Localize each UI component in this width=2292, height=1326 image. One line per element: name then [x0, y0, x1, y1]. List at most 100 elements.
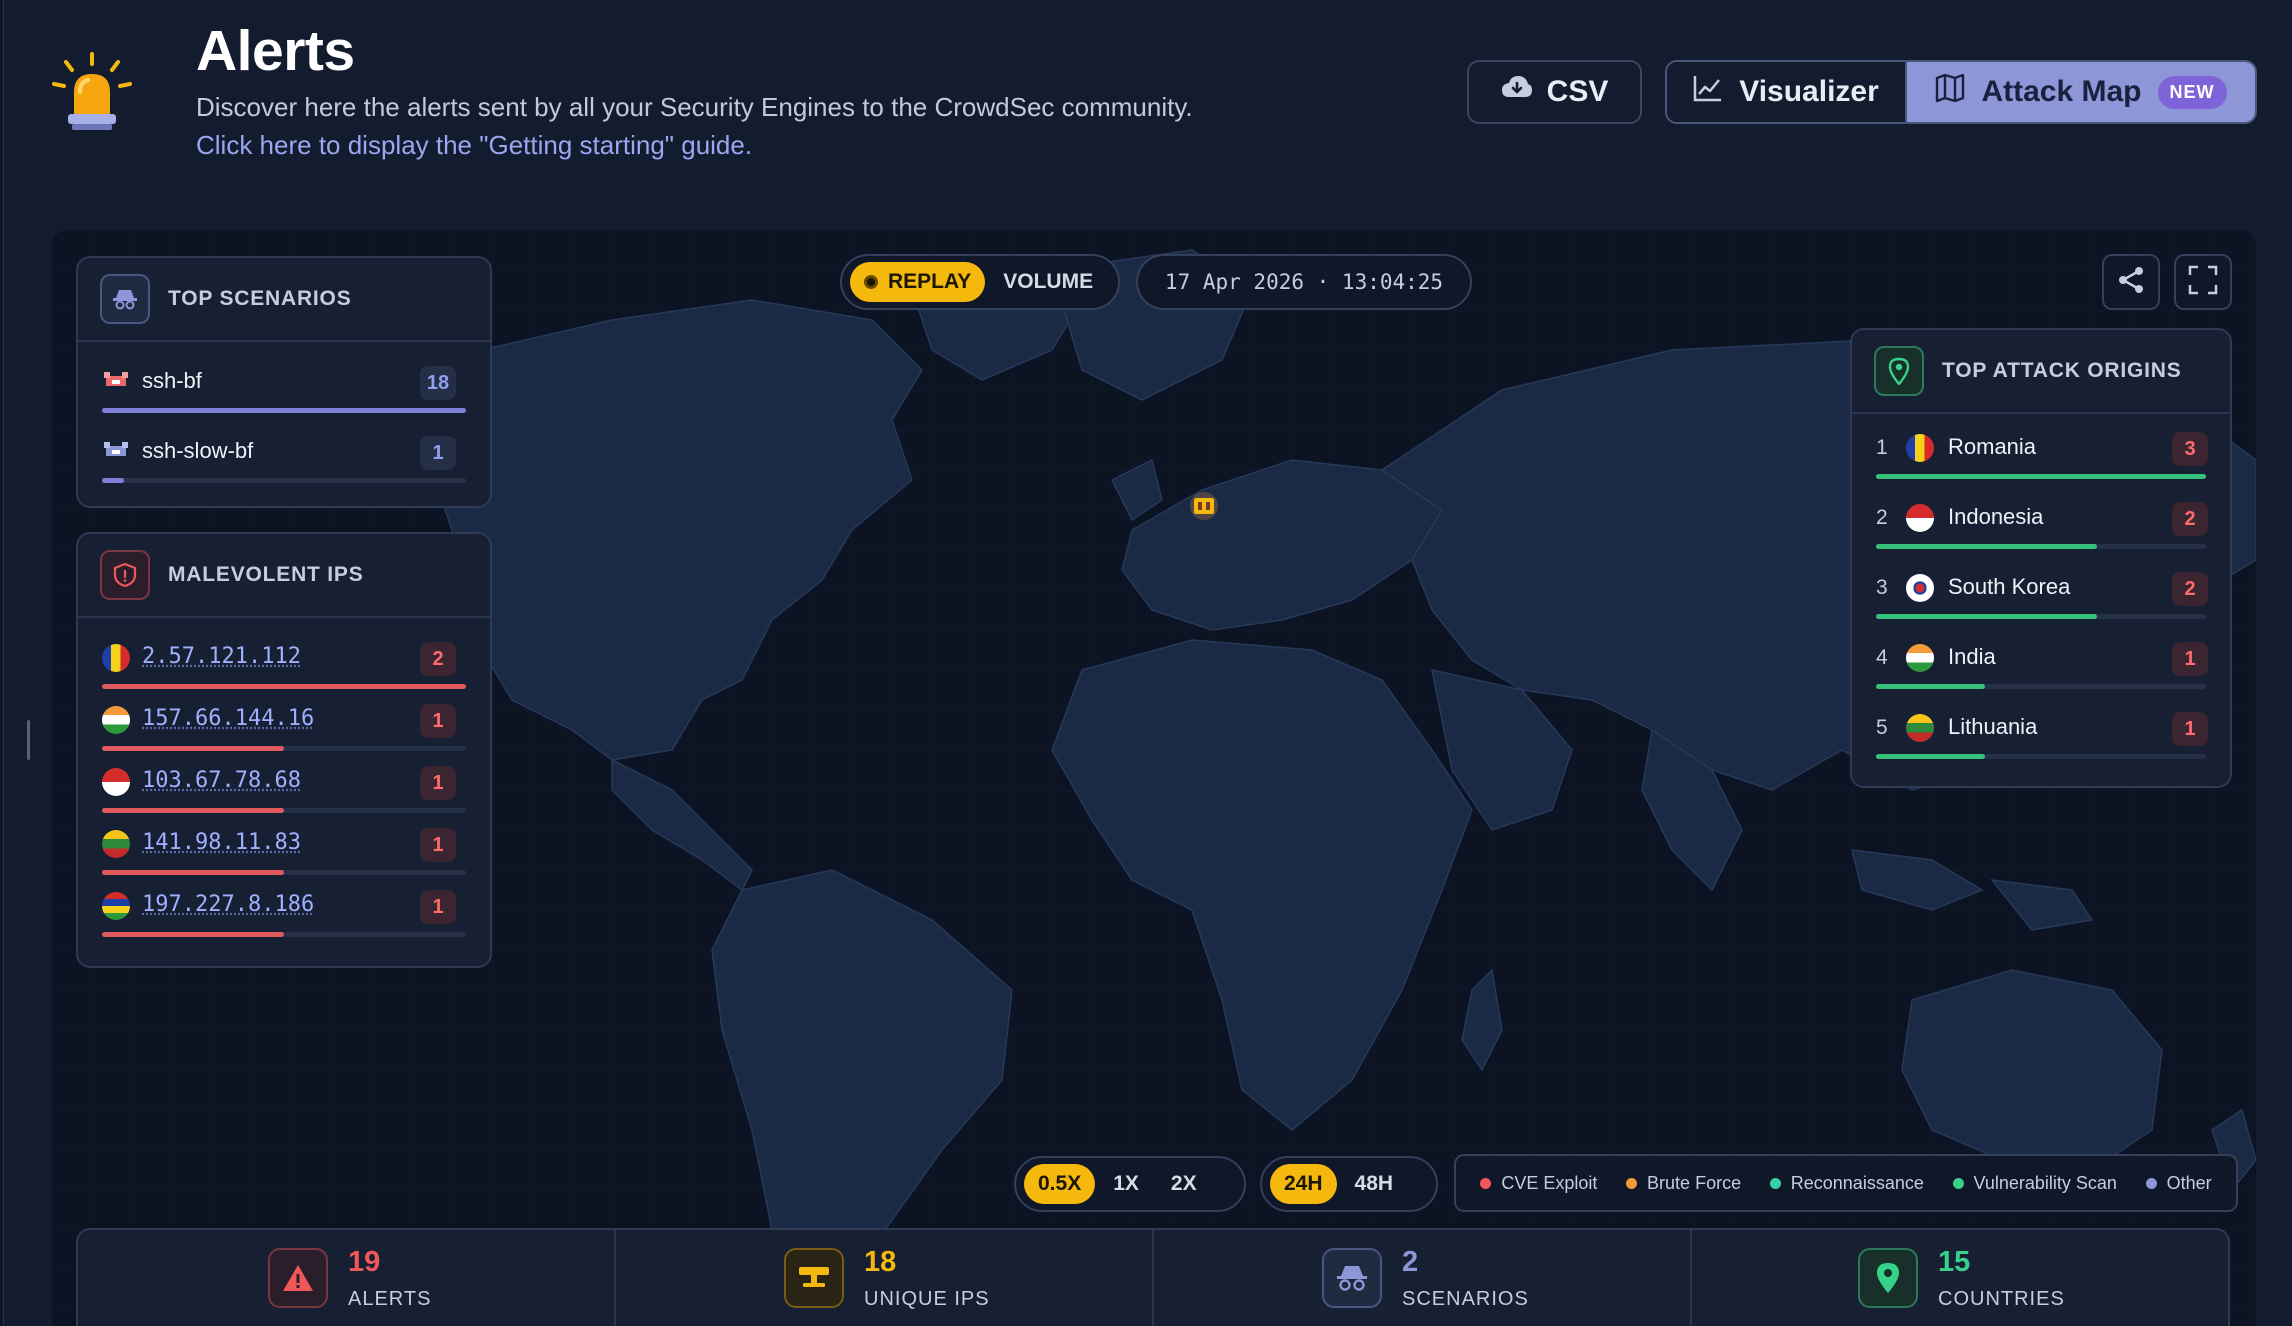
speed-toggle: 0.5X 1X 2X [1014, 1156, 1246, 1212]
top-origins-title: TOP ATTACK ORIGINS [1942, 359, 2182, 382]
top-scenarios-header: TOP SCENARIOS [78, 258, 490, 342]
ip-bar [102, 746, 466, 751]
origin-rank: 3 [1876, 576, 1888, 599]
top-origins-header: TOP ATTACK ORIGINS [1852, 330, 2230, 414]
share-icon [2116, 265, 2146, 300]
legend-dot-icon [2145, 1177, 2157, 1189]
origin-count: 2 [2172, 502, 2208, 536]
origin-row[interactable]: 1 Romania 3 [1852, 418, 2230, 488]
fullscreen-icon [2188, 265, 2218, 300]
origin-country: India [1948, 644, 1996, 669]
ip-count: 2 [420, 642, 456, 676]
mode-toggle: REPLAY VOLUME [840, 254, 1120, 310]
origin-row[interactable]: 2 Indonesia 2 [1852, 488, 2230, 558]
range-option-48h[interactable]: 48H [1341, 1164, 1408, 1204]
origin-rank: 4 [1876, 646, 1888, 669]
siren-icon [52, 52, 132, 134]
share-button[interactable] [2102, 254, 2160, 310]
origin-rank: 2 [1876, 506, 1888, 529]
visualizer-tab[interactable]: Visualizer [1667, 62, 1907, 122]
stat-unique-ips: 18 UNIQUE IPS [616, 1230, 1154, 1326]
stat-scenarios: 2 SCENARIOS [1154, 1230, 1692, 1326]
attack-map-tab[interactable]: Attack Map NEW [1907, 62, 2255, 122]
ip-row[interactable]: 103.67.78.68 1 [78, 752, 490, 814]
volume-toggle[interactable]: VOLUME [989, 262, 1107, 302]
ip-address-link[interactable]: 157.66.144.16 [142, 706, 314, 731]
stat-label: UNIQUE IPS [864, 1288, 990, 1310]
attack-marker[interactable] [1190, 492, 1218, 520]
scenario-slow-bruteforce-icon [102, 438, 130, 462]
malevolent-ips-header: MALEVOLENT IPS [78, 534, 490, 618]
ip-row[interactable]: 141.98.11.83 1 [78, 814, 490, 876]
map-icon [1935, 73, 1965, 110]
volume-label: VOLUME [1003, 270, 1094, 293]
ip-address-link[interactable]: 141.98.11.83 [142, 830, 301, 855]
csv-label: CSV [1546, 75, 1609, 108]
ip-count: 1 [420, 828, 456, 862]
flag-icon [102, 768, 130, 796]
origin-count: 2 [2172, 572, 2208, 606]
range-toggle: 24H 48H [1260, 1156, 1438, 1212]
ip-bar [102, 870, 466, 875]
scenario-bruteforce-icon [102, 368, 130, 392]
page-subtitle: Discover here the alerts sent by all you… [196, 92, 1193, 122]
malevolent-ips-card: MALEVOLENT IPS 2.57.121.112 2 157.66.144.1… [76, 532, 492, 968]
stat-value: 18 [864, 1246, 897, 1278]
origin-row[interactable]: 4 India 1 [1852, 628, 2230, 698]
legend-item: Brute Force [1626, 1173, 1741, 1194]
cloud-download-icon [1501, 75, 1533, 109]
origin-bar [1876, 474, 2206, 479]
legend-dot-icon [1626, 1177, 1638, 1189]
fullscreen-button[interactable] [2174, 254, 2232, 310]
replay-label: REPLAY [888, 270, 972, 293]
attack-map-panel[interactable]: REPLAY VOLUME 17 Apr 2026 · 13:04:25 TOP… [52, 230, 2256, 1326]
sidebar-resize-handle[interactable] [27, 720, 30, 760]
origin-row[interactable]: 3 South Korea 2 [1852, 558, 2230, 628]
scenario-row[interactable]: ssh-bf 18 [78, 348, 490, 418]
line-chart-icon [1693, 74, 1723, 110]
origin-bar [1876, 614, 2206, 619]
csv-export-button[interactable]: CSV [1467, 60, 1642, 124]
stat-countries: 15 COUNTRIES [1692, 1230, 2228, 1326]
origin-country: South Korea [1948, 574, 2071, 599]
ip-bar [102, 684, 466, 689]
ip-address-link[interactable]: 2.57.121.112 [142, 644, 301, 669]
top-origins-card: TOP ATTACK ORIGINS 1 Romania 3 2 Indonesia 2 3… [1850, 328, 2232, 788]
legend-label: Vulnerability Scan [1973, 1172, 2117, 1193]
speed-option-1x[interactable]: 1X [1099, 1164, 1153, 1204]
legend-label: Other [2166, 1172, 2212, 1193]
scenario-count: 18 [420, 366, 456, 400]
flag-icon [102, 892, 130, 920]
range-option-24h[interactable]: 24H [1270, 1164, 1337, 1204]
scenario-count: 1 [420, 436, 456, 470]
ip-address-link[interactable]: 197.227.8.186 [142, 892, 314, 917]
origin-country: Lithuania [1948, 714, 2038, 739]
ip-address-link[interactable]: 103.67.78.68 [142, 768, 301, 793]
origin-count: 1 [2172, 712, 2208, 746]
flag-icon [1906, 434, 1934, 462]
scenario-bar [102, 408, 466, 413]
flag-icon [102, 644, 130, 672]
origin-row[interactable]: 5 Lithuania 1 [1852, 698, 2230, 768]
stat-value: 2 [1402, 1246, 1419, 1278]
replay-toggle[interactable]: REPLAY [850, 262, 986, 302]
spy-icon [1322, 1248, 1382, 1308]
legend-dot-icon [1769, 1177, 1781, 1189]
visualizer-label: Visualizer [1739, 75, 1879, 108]
scenario-name: ssh-bf [142, 368, 202, 393]
scenario-row[interactable]: ssh-slow-bf 1 [78, 418, 490, 488]
ip-row[interactable]: 2.57.121.112 2 [78, 628, 490, 690]
getting-started-link[interactable]: Click here to display the "Getting start… [196, 130, 752, 161]
speed-option-0-5x[interactable]: 0.5X [1024, 1164, 1096, 1204]
legend-item: Other [2145, 1172, 2212, 1194]
scenario-name: ssh-slow-bf [142, 438, 254, 463]
ip-row[interactable]: 197.227.8.186 1 [78, 876, 490, 938]
live-dot-icon [864, 275, 878, 289]
origin-list: 1 Romania 3 2 Indonesia 2 3 South Korea 2 4 India 1… [1852, 414, 2230, 768]
top-scenarios-card: TOP SCENARIOS ssh-bf 18 ssh-slow-bf 1 [76, 256, 492, 508]
map-pin-icon [1874, 346, 1924, 396]
legend-label: CVE Exploit [1501, 1172, 1598, 1193]
ip-row[interactable]: 157.66.144.16 1 [78, 690, 490, 752]
speed-option-2x[interactable]: 2X [1157, 1164, 1211, 1204]
flag-icon [102, 830, 130, 858]
